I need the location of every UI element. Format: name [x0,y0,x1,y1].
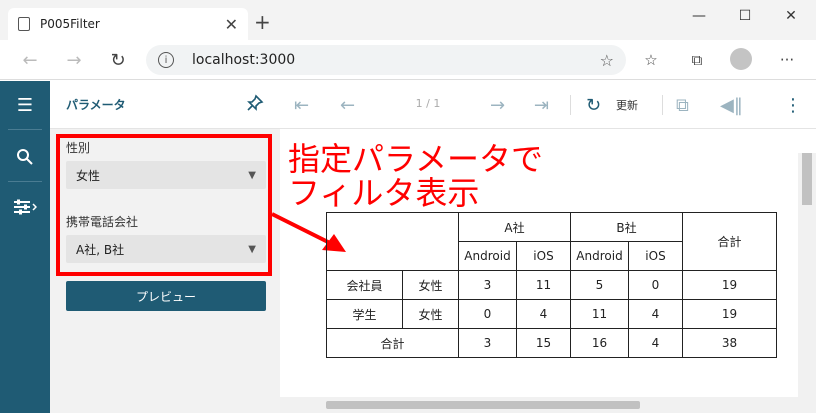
table-cell: 19 [682,270,777,300]
minimize-icon[interactable]: — [676,0,722,32]
company-b-header: B社 [570,212,683,242]
table-cell: 3 [458,328,517,358]
profile-avatar[interactable] [730,48,752,70]
export-icon[interactable]: ⧉ [676,93,689,117]
search-icon[interactable] [0,135,50,179]
parameter-panel-title: パラメータ [66,98,126,112]
table-cell: 3 [458,270,517,300]
toolbar-divider [662,95,663,115]
col-android: Android [458,241,517,271]
table-cell: 38 [682,328,777,358]
more-options-icon[interactable]: ⋮ [784,93,802,117]
table-row: 会社員 女性 3 11 5 0 19 [326,270,777,300]
more-menu-icon[interactable]: ··· [776,50,798,70]
grand-total-label: 合計 [326,328,459,358]
col-ios: iOS [516,241,571,271]
browser-toolbar: ← → ↻ i localhost:3000 ☆ ☆ ⧉ ··· [0,40,816,80]
col-ios: iOS [628,241,683,271]
table-cell: 11 [516,270,571,300]
page-icon [18,17,30,31]
info-icon[interactable]: i [158,52,174,68]
hamburger-menu-icon[interactable]: ☰ [0,83,50,127]
first-page-icon[interactable]: ⇤ [294,93,309,117]
collections-icon[interactable]: ⧉ [686,50,708,70]
close-window-icon[interactable]: ✕ [768,0,814,32]
parameters-icon[interactable] [0,185,50,229]
preview-button[interactable]: プレビュー [66,281,266,311]
last-page-icon[interactable]: ⇥ [534,93,549,117]
table-cell: 5 [570,270,629,300]
row-gender: 女性 [402,299,459,329]
scrollbar-thumb[interactable] [802,153,812,205]
address-bar[interactable]: i localhost:3000 ☆ [146,45,626,75]
reload-icon[interactable]: ↻ [106,48,130,72]
tab-title: P005Filter [40,17,100,31]
table-cell: 4 [628,299,683,329]
highlight-box [56,134,272,276]
table-corner-cell [326,212,459,271]
left-rail: ☰ [0,81,50,413]
back-icon[interactable]: ← [18,48,42,72]
toolbar-divider [570,95,571,115]
company-a-header: A社 [458,212,571,242]
table-row: 学生 女性 0 4 11 4 19 [326,299,777,329]
table-cell: 0 [458,299,517,329]
table-cell: 4 [628,328,683,358]
col-android: Android [570,241,629,271]
annotation-line-1: 指定パラメータで [288,140,544,178]
horizontal-scrollbar[interactable] [280,397,798,413]
new-tab-icon[interactable]: + [254,10,271,34]
refresh-button[interactable]: 更新 [616,97,638,113]
rail-divider [8,181,42,182]
forward-icon[interactable]: → [62,48,86,72]
page-indicator: 1 / 1 [415,97,441,110]
scrollbar-thumb[interactable] [326,401,640,409]
browser-tab[interactable]: P005Filter ✕ [8,8,248,40]
row-gender: 女性 [402,270,459,300]
next-page-icon[interactable]: → [490,93,505,117]
total-header: 合計 [682,212,777,271]
row-category: 会社員 [326,270,403,300]
table-cell: 4 [516,299,571,329]
browser-tab-bar: P005Filter ✕ + — ☐ ✕ [0,0,816,40]
close-tab-icon[interactable]: ✕ [225,15,238,34]
rail-divider [8,129,42,130]
parameter-panel-header: パラメータ [50,81,280,129]
pin-icon[interactable] [246,94,264,116]
table-cell: 0 [628,270,683,300]
row-category: 学生 [326,299,403,329]
viewer-toolbar: ⇤ ← 1 / 1 → ⇥ ↻ 更新 ⧉ ◀‖ ⋮ [280,81,816,129]
slideshow-icon[interactable]: ◀‖ [720,93,743,117]
grand-total-row: 合計 3 15 16 4 38 [326,328,777,358]
table-cell: 16 [570,328,629,358]
table-cell: 15 [516,328,571,358]
refresh-icon[interactable]: ↻ [586,93,601,117]
favorites-list-icon[interactable]: ☆ [640,50,662,70]
url-text[interactable]: localhost:3000 [192,52,600,68]
table-cell: 19 [682,299,777,329]
vertical-scrollbar[interactable] [798,153,816,413]
previous-page-icon[interactable]: ← [340,93,355,117]
annotation-line-2: フィルタ表示 [288,174,480,212]
table-header-row: A社 B社 合計 [326,212,777,271]
table-cell: 11 [570,299,629,329]
favorite-star-icon[interactable]: ☆ [600,51,614,70]
report-table: A社 B社 合計 Android iOS Android iOS 会社員 女性 … [326,212,777,358]
maximize-icon[interactable]: ☐ [722,0,768,32]
